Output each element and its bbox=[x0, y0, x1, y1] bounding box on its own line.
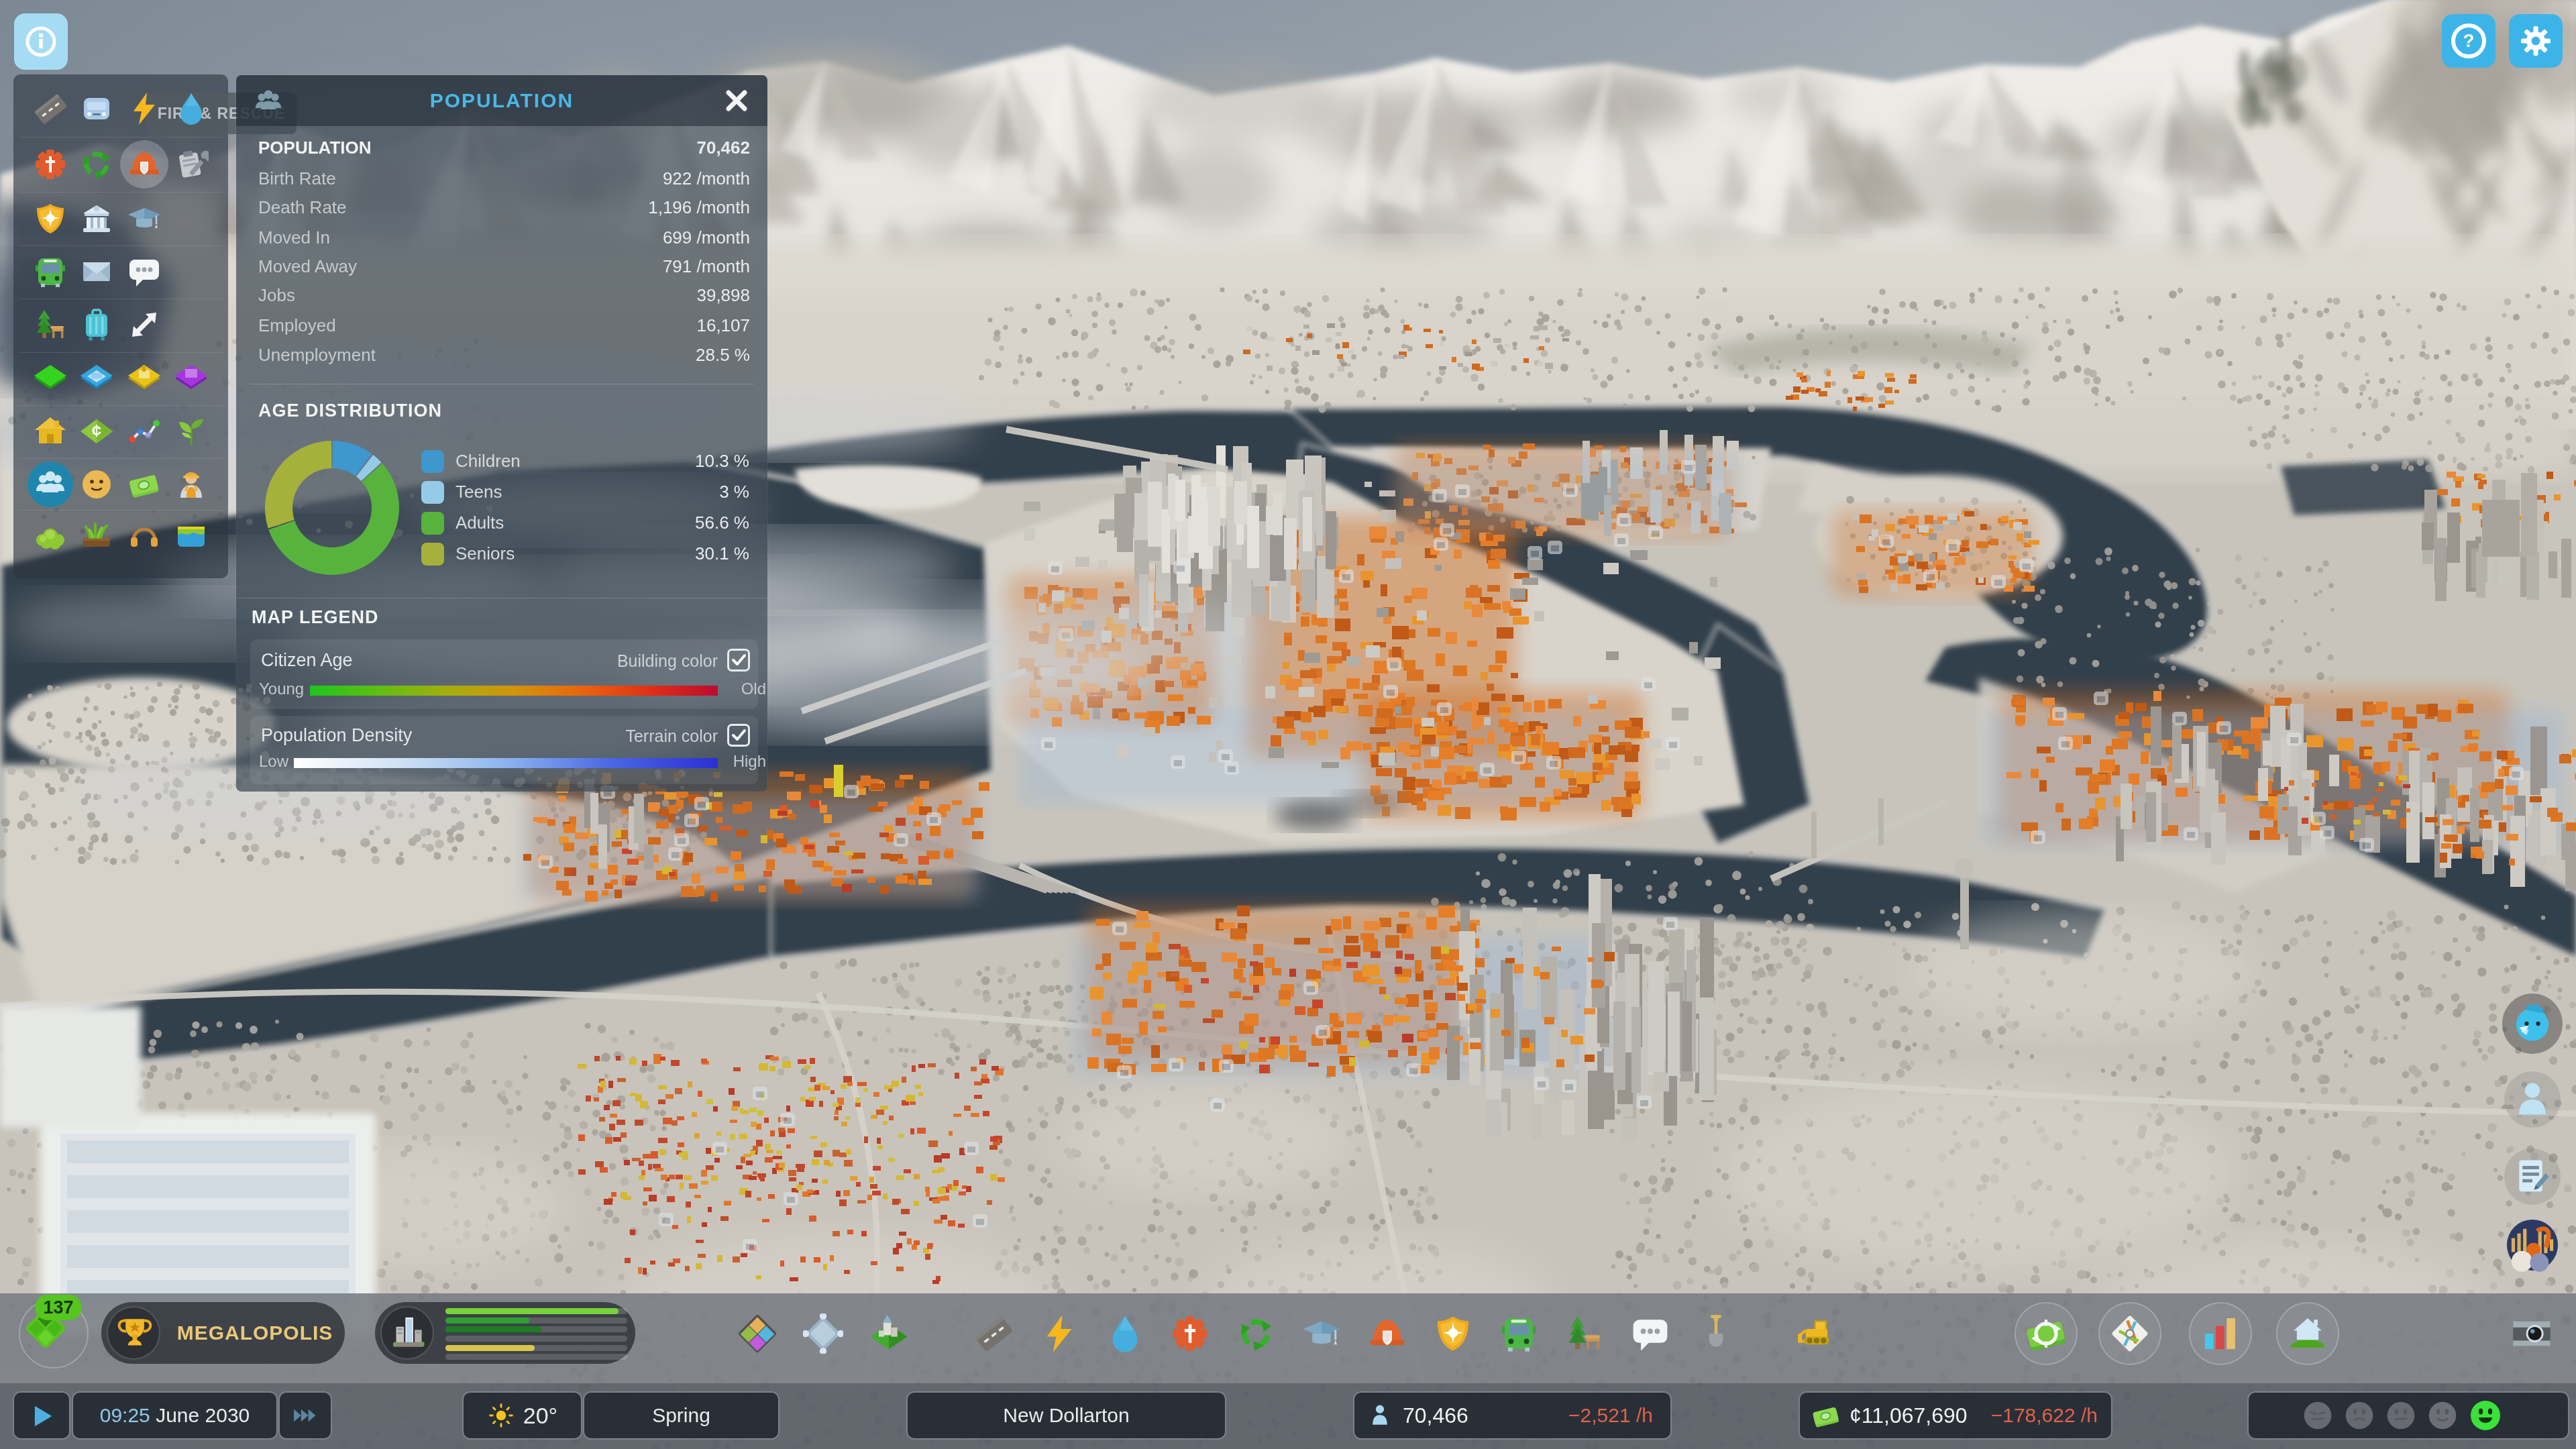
svg-text:?: ? bbox=[2463, 30, 2474, 51]
svg-text:¢: ¢ bbox=[92, 421, 101, 441]
